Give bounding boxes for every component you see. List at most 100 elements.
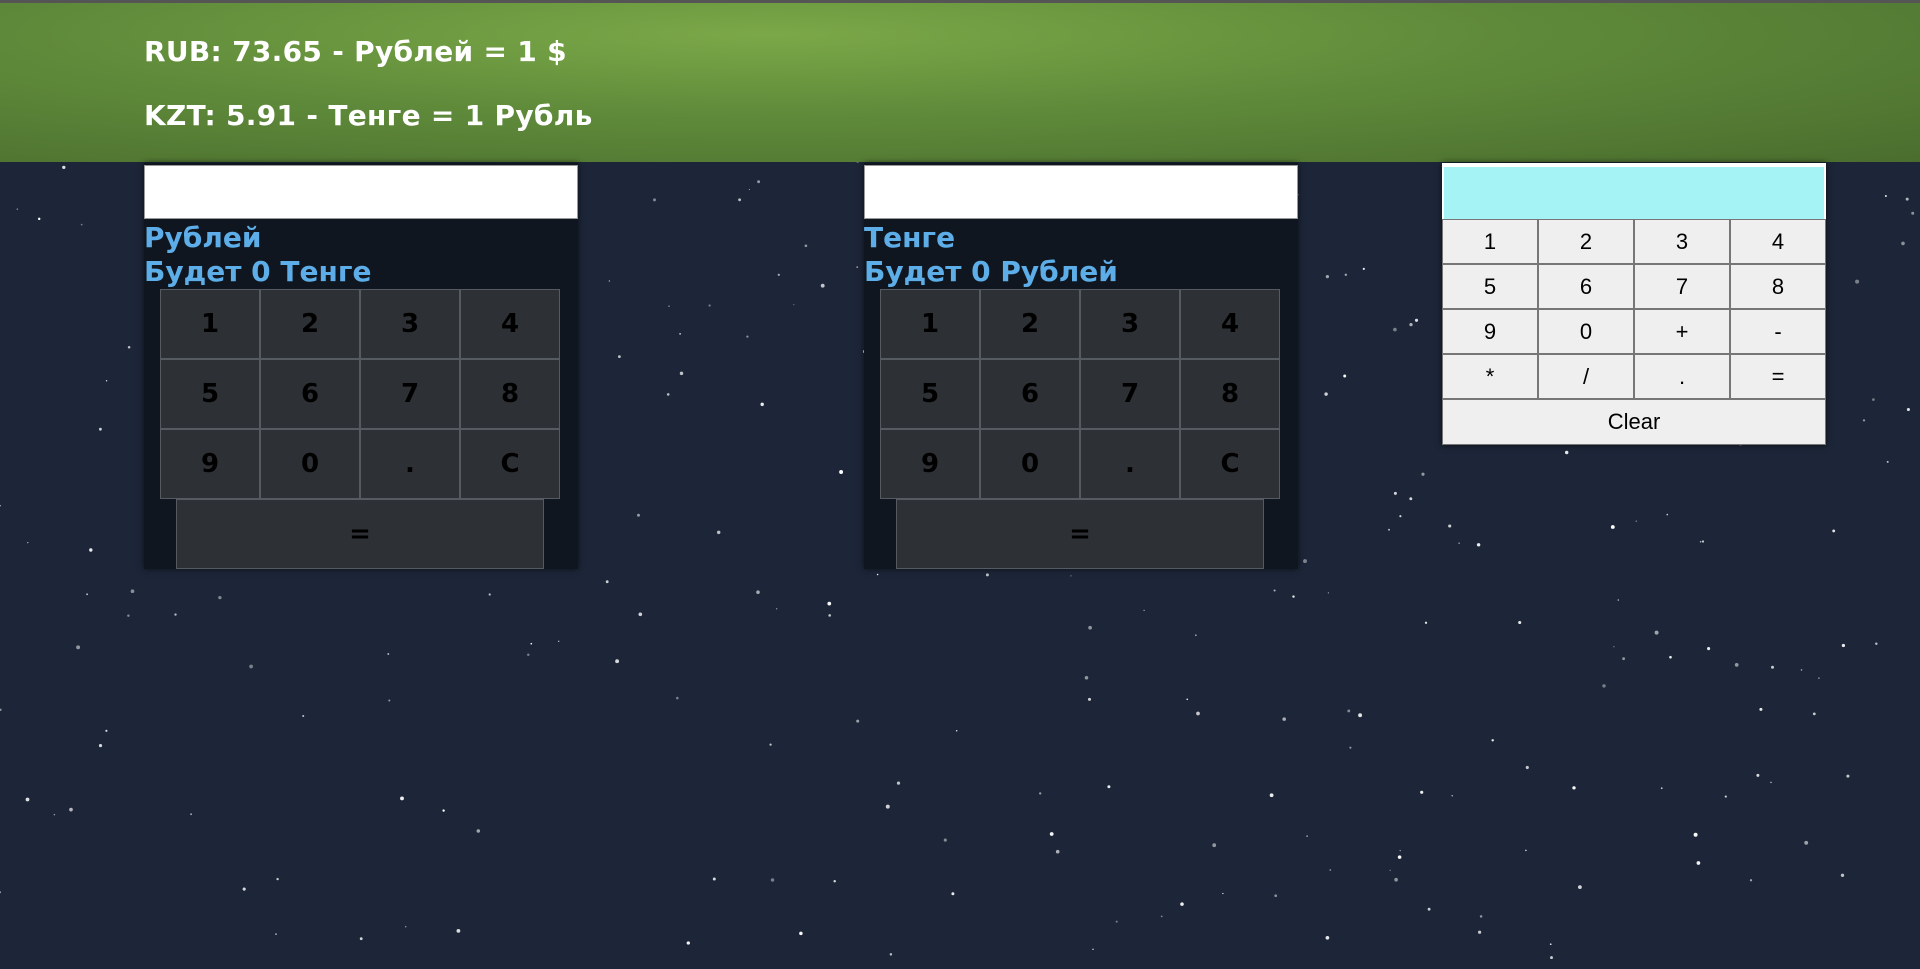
star-dot [276,877,279,881]
star-dot [1274,894,1278,898]
star-dot [387,653,390,655]
calc-key-2[interactable]: 2 [1538,219,1634,264]
star-dot [242,887,246,891]
star-dot [1343,374,1347,378]
calc-key-decimal[interactable]: . [1634,354,1730,399]
keypad-button[interactable]: 1 [880,289,980,359]
star-dot [16,208,18,210]
star-dot [799,931,803,936]
star-dot [885,804,890,809]
star-dot [769,743,772,746]
calc-key-0[interactable]: 0 [1538,309,1634,354]
star-dot [0,891,2,894]
star-dot [1525,849,1527,852]
star-dot [793,304,795,306]
keypad-button[interactable]: 9 [880,429,980,499]
star-dot [1420,790,1424,794]
star-dot [1622,657,1625,661]
star-dot [748,188,751,191]
calc-key-1[interactable]: 1 [1442,219,1538,264]
star-dot [1771,665,1774,669]
calc-key-5[interactable]: 5 [1442,264,1538,309]
star-dot [89,548,93,552]
convert-equals-button[interactable]: = [896,499,1264,569]
star-dot [760,402,764,407]
star-dot [86,593,89,596]
star-dot [712,877,716,881]
rub-keypad: 1 2 3 4 5 6 7 8 9 0 . C [160,289,560,499]
keypad-button[interactable]: 0 [980,429,1080,499]
star-dot [1749,879,1753,882]
star-dot [557,640,560,643]
calc-key-plus[interactable]: + [1634,309,1730,354]
clear-button[interactable]: C [1180,429,1280,499]
star-dot [1273,589,1276,592]
rub-result-label: Будет 0 Рублей [864,255,1118,288]
convert-equals-button[interactable]: = [176,499,544,569]
keypad-button[interactable]: 4 [1180,289,1280,359]
star-dot [400,796,404,801]
star-dot [442,809,445,812]
calc-key-multiply[interactable]: * [1442,354,1538,399]
rub-to-kzt-converter: Рублей Будет 0 Тенге 1 2 3 4 5 6 7 8 9 0… [144,163,578,569]
keypad-button[interactable]: 2 [260,289,360,359]
star-dot [889,953,893,956]
calc-key-9[interactable]: 9 [1442,309,1538,354]
star-dot [1832,529,1836,533]
calc-key-8[interactable]: 8 [1730,264,1826,309]
star-dot [1660,787,1663,790]
star-dot [218,595,222,600]
calc-key-4[interactable]: 4 [1730,219,1826,264]
keypad-button[interactable]: 3 [360,289,460,359]
star-dot [69,807,73,812]
kzt-amount-input[interactable] [864,165,1298,219]
star-dot [1049,832,1054,836]
star-dot [1427,907,1431,911]
keypad-button[interactable]: 1 [160,289,260,359]
keypad-button[interactable]: 5 [880,359,980,429]
calc-key-7[interactable]: 7 [1634,264,1730,309]
keypad-button[interactable]: 8 [460,359,560,429]
keypad-button[interactable]: 2 [980,289,1080,359]
star-dot [1325,935,1330,940]
star-dot [1421,472,1425,476]
star-dot [1669,655,1672,659]
calc-key-3[interactable]: 3 [1634,219,1730,264]
star-dot [637,513,640,517]
calc-key-6[interactable]: 6 [1538,264,1634,309]
calc-key-minus[interactable]: - [1730,309,1826,354]
keypad-button[interactable]: 6 [260,359,360,429]
star-dot [716,530,721,535]
kzt-to-rub-converter: Тенге Будет 0 Рублей 1 2 3 4 5 6 7 8 9 0… [864,163,1298,569]
calc-key-divide[interactable]: / [1538,354,1634,399]
keypad-button[interactable]: 9 [160,429,260,499]
star-dot [856,719,860,723]
keypad-button[interactable]: 8 [1180,359,1280,429]
keypad-button[interactable]: 6 [980,359,1080,429]
decimal-point-button[interactable]: . [360,429,460,499]
keypad-button[interactable]: 7 [1080,359,1180,429]
star-dot [1458,542,1460,544]
keypad-button[interactable]: 4 [460,289,560,359]
star-dot [1613,646,1615,648]
keypad-button[interactable]: 3 [1080,289,1180,359]
star-dot [1734,663,1739,667]
star-dot [943,838,947,842]
calc-clear-button[interactable]: Clear [1442,399,1826,445]
decimal-point-button[interactable]: . [1080,429,1180,499]
star-dot [1084,676,1089,680]
star-dot [1707,647,1711,651]
star-dot [190,813,193,816]
rub-amount-input[interactable] [144,165,578,219]
keypad-button[interactable]: 0 [260,429,360,499]
keypad-button[interactable]: 7 [360,359,460,429]
keypad-button[interactable]: 5 [160,359,260,429]
star-dot [1654,630,1659,635]
star-dot [62,165,66,170]
calc-key-equals[interactable]: = [1730,354,1826,399]
star-dot [1875,642,1878,646]
star-dot [1092,948,1094,950]
star-dot [738,198,741,202]
star-dot [530,642,533,645]
clear-button[interactable]: C [460,429,560,499]
